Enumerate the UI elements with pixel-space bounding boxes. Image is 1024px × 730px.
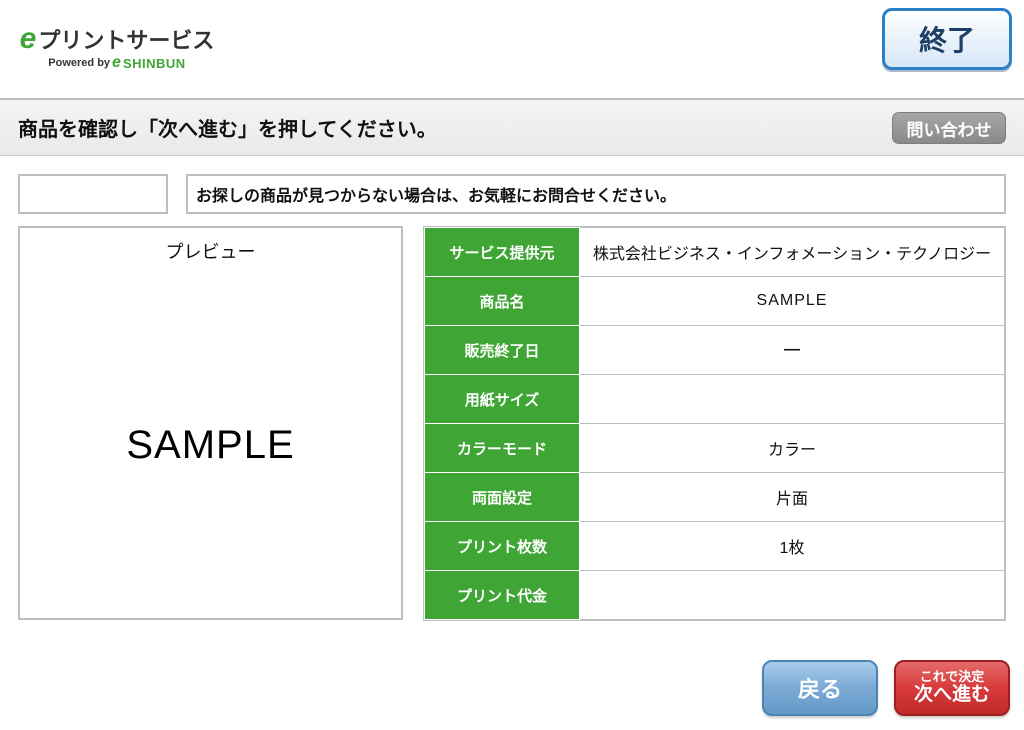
logo-powered-by: Powered by bbox=[48, 57, 110, 69]
value-product-name: SAMPLE bbox=[580, 277, 1005, 326]
label-sale-end-date: 販売終了日 bbox=[425, 326, 580, 375]
logo-e2-icon: e bbox=[112, 54, 121, 72]
inquiry-button[interactable]: 問い合わせ bbox=[892, 112, 1006, 144]
value-print-price bbox=[580, 571, 1005, 620]
value-paper-size bbox=[580, 375, 1005, 424]
row-service-provider: サービス提供元 株式会社ビジネス・インフォメーション・テクノロジー bbox=[425, 228, 1005, 277]
row-print-price: プリント代金 bbox=[425, 571, 1005, 620]
next-button-line2: 次へ進む bbox=[914, 685, 990, 706]
label-color-mode: カラーモード bbox=[425, 424, 580, 473]
label-duplex: 両面設定 bbox=[425, 473, 580, 522]
next-button-line1: これで決定 bbox=[920, 670, 985, 684]
preview-panel: プレビュー SAMPLE bbox=[18, 226, 403, 620]
logo-text: プリントサービス bbox=[38, 23, 214, 55]
bottom-button-bar: 戻る これで決定 次へ進む bbox=[762, 660, 1010, 716]
label-print-count: プリント枚数 bbox=[425, 522, 580, 571]
value-color-mode: カラー bbox=[580, 424, 1005, 473]
row-paper-size: 用紙サイズ bbox=[425, 375, 1005, 424]
preview-body: SAMPLE bbox=[20, 272, 401, 618]
details-table: サービス提供元 株式会社ビジネス・インフォメーション・テクノロジー 商品名 SA… bbox=[423, 226, 1006, 621]
preview-title: プレビュー bbox=[20, 228, 401, 272]
exit-button[interactable]: 終了 bbox=[882, 8, 1012, 70]
header: e プリントサービス Powered by e SHINBUN 終了 bbox=[0, 0, 1024, 100]
label-product-name: 商品名 bbox=[425, 277, 580, 326]
label-service-provider: サービス提供元 bbox=[425, 228, 580, 277]
row-sale-end-date: 販売終了日 ― bbox=[425, 326, 1005, 375]
row-print-count: プリント枚数 1枚 bbox=[425, 522, 1005, 571]
value-sale-end-date: ― bbox=[580, 326, 1005, 375]
label-paper-size: 用紙サイズ bbox=[425, 375, 580, 424]
notice-box: お探しの商品が見つからない場合は、お気軽にお問合せください。 bbox=[186, 174, 1006, 214]
logo-e-icon: e bbox=[20, 22, 37, 56]
preview-sample-text: SAMPLE bbox=[126, 423, 294, 468]
category-box bbox=[18, 174, 168, 214]
row-duplex: 両面設定 片面 bbox=[425, 473, 1005, 522]
label-print-price: プリント代金 bbox=[425, 571, 580, 620]
service-logo: e プリントサービス Powered by e SHINBUN bbox=[10, 14, 224, 80]
value-service-provider: 株式会社ビジネス・インフォメーション・テクノロジー bbox=[580, 228, 1005, 277]
value-print-count: 1枚 bbox=[580, 522, 1005, 571]
instruction-text: 商品を確認し「次へ進む」を押してください。 bbox=[18, 113, 437, 142]
value-duplex: 片面 bbox=[580, 473, 1005, 522]
logo-subtext: Powered by e SHINBUN bbox=[48, 54, 185, 72]
row-product-name: 商品名 SAMPLE bbox=[425, 277, 1005, 326]
next-button[interactable]: これで決定 次へ進む bbox=[894, 660, 1010, 716]
logo-shinbun: SHINBUN bbox=[123, 56, 186, 71]
back-button[interactable]: 戻る bbox=[762, 660, 878, 716]
instruction-bar: 商品を確認し「次へ進む」を押してください。 問い合わせ bbox=[0, 100, 1024, 156]
content-area: お探しの商品が見つからない場合は、お気軽にお問合せください。 プレビュー SAM… bbox=[0, 156, 1024, 621]
row-color-mode: カラーモード カラー bbox=[425, 424, 1005, 473]
